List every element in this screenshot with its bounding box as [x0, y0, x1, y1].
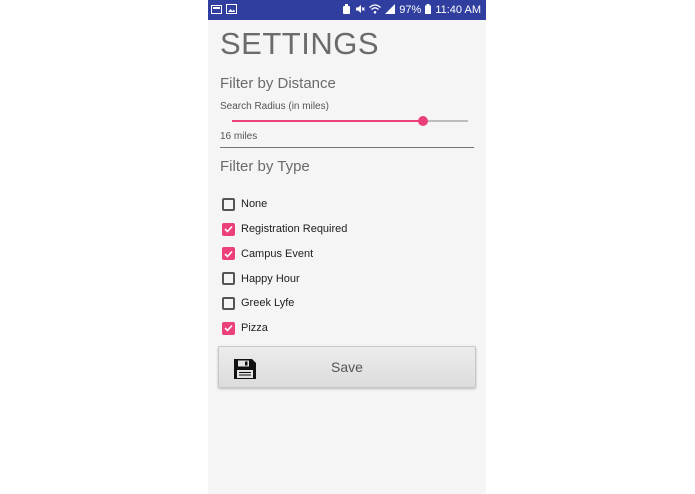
checkbox-row[interactable]: Pizza: [222, 316, 347, 341]
alarm-icon: [342, 3, 351, 17]
miles-field[interactable]: 16 miles: [220, 128, 474, 148]
phone-screen: 97% 11:40 AM SETTINGS Filter by Distance…: [208, 0, 486, 494]
checkbox-label: None: [241, 198, 268, 211]
slider-track: [423, 120, 468, 122]
checkbox-row[interactable]: Happy Hour: [222, 266, 347, 291]
distance-heading: Filter by Distance: [220, 75, 336, 92]
checkbox-label: Campus Event: [241, 247, 314, 260]
slider-track-active: [232, 120, 423, 122]
battery-icon: [425, 3, 432, 17]
wifi-icon: [369, 3, 382, 17]
checkbox-label: Greek Lyfe: [241, 297, 295, 310]
battery-percent: 97%: [399, 4, 422, 16]
image-icon: [226, 3, 237, 17]
checkbox[interactable]: [222, 247, 235, 261]
type-checkbox-list: None Registration Required Campus Event Hap…: [222, 192, 347, 341]
page-title: SETTINGS: [220, 26, 380, 61]
type-heading: Filter by Type: [220, 158, 310, 175]
save-button[interactable]: Save: [218, 346, 476, 388]
floppy-disk-icon: [233, 358, 257, 385]
checkbox[interactable]: [222, 272, 235, 286]
check-icon: [224, 226, 233, 233]
radius-slider[interactable]: [232, 116, 468, 126]
slider-label: Search Radius (in miles): [220, 101, 329, 112]
checkbox[interactable]: [222, 321, 235, 335]
checkbox[interactable]: [222, 197, 235, 211]
save-label: Save: [331, 359, 363, 375]
status-bar: 97% 11:40 AM: [208, 0, 486, 20]
checkbox-row[interactable]: Campus Event: [222, 242, 347, 267]
checkbox-label: Happy Hour: [241, 272, 300, 285]
notification-icon: [211, 4, 222, 17]
slider-thumb[interactable]: [418, 116, 428, 126]
signal-icon: [385, 3, 396, 17]
check-icon: [224, 325, 233, 332]
checkbox-label: Pizza: [241, 322, 268, 335]
checkbox[interactable]: [222, 296, 235, 310]
miles-value: 16 miles: [220, 131, 258, 142]
checkbox-label: Registration Required: [241, 223, 348, 236]
checkbox-row[interactable]: None: [222, 192, 347, 217]
clock: 11:40 AM: [435, 4, 481, 16]
checkbox-row[interactable]: Greek Lyfe: [222, 291, 347, 316]
checkbox[interactable]: [222, 222, 235, 236]
mute-icon: [355, 4, 366, 17]
checkbox-row[interactable]: Registration Required: [222, 217, 347, 242]
check-icon: [224, 250, 233, 258]
